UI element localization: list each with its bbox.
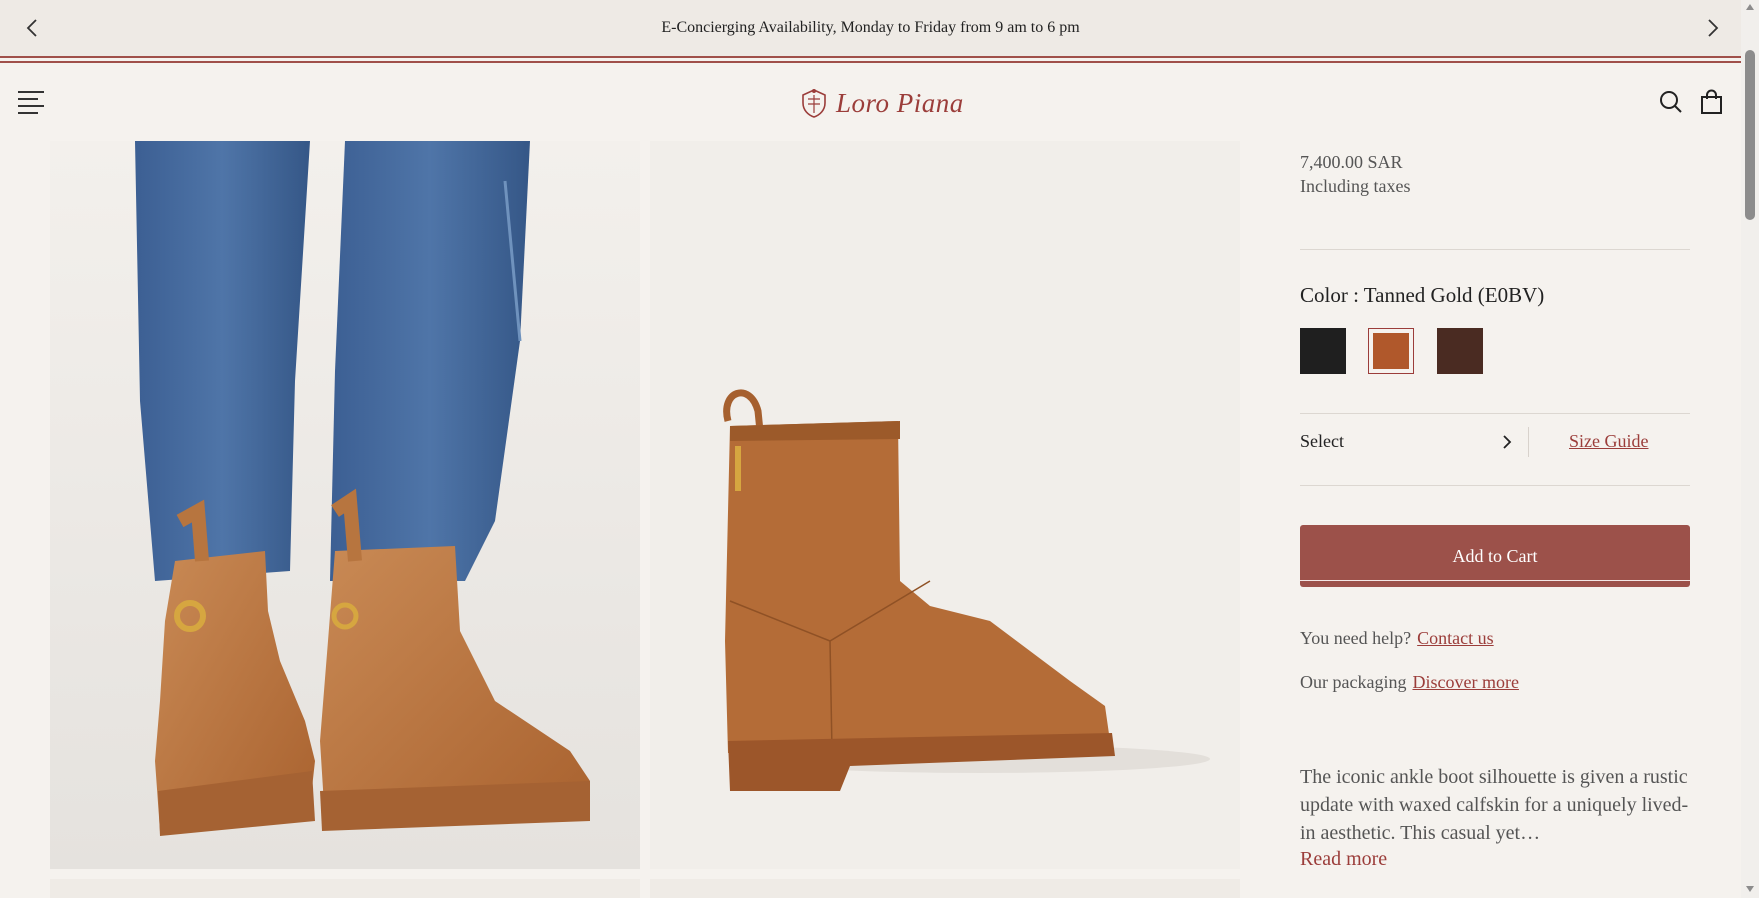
brand-wordmark: Loro Piana	[836, 87, 964, 118]
brand-stripe-divider	[0, 56, 1741, 65]
product-image-thumbnail-row-left	[50, 879, 640, 898]
help-line: You need help? Contact us	[1300, 628, 1494, 649]
product-description: The iconic ankle boot silhouette is give…	[1300, 766, 1689, 844]
scroll-down-arrow-icon[interactable]	[1746, 886, 1754, 892]
color-label: Color : Tanned Gold (E0BV)	[1300, 283, 1545, 307]
menu-icon[interactable]	[18, 91, 44, 114]
packaging-text: Our packaging	[1300, 672, 1407, 692]
size-select-row: Select Size Guide	[1300, 413, 1690, 471]
announcement-bar: E-Concierging Availability, Monday to Fr…	[0, 0, 1741, 56]
swatch-black[interactable]	[1300, 328, 1346, 374]
announcement-next-arrow-icon[interactable]	[1703, 18, 1723, 38]
size-select[interactable]: Select	[1300, 431, 1344, 452]
packaging-line: Our packaging Discover more	[1300, 672, 1519, 693]
brand-logo[interactable]: Loro Piana	[798, 83, 964, 123]
tax-note: Including taxes	[1300, 176, 1411, 196]
product-image-worn[interactable]	[50, 141, 640, 869]
discover-more-link[interactable]: Discover more	[1412, 672, 1518, 692]
announcement-text: E-Concierging Availability, Monday to Fr…	[661, 19, 1080, 36]
shopping-bag-icon[interactable]	[1699, 89, 1725, 115]
swatch-tanned-gold[interactable]	[1368, 328, 1414, 374]
contact-us-link[interactable]: Contact us	[1417, 628, 1494, 648]
add-to-cart-label: Add to Cart	[1452, 545, 1538, 566]
divider	[1300, 249, 1690, 250]
product-image-side[interactable]	[650, 141, 1240, 869]
search-icon[interactable]	[1658, 89, 1684, 115]
size-guide-link[interactable]: Size Guide	[1569, 431, 1648, 452]
product-price: 7,400.00 SAR	[1300, 152, 1403, 172]
crest-icon	[802, 89, 826, 118]
announcement-prev-arrow-icon[interactable]	[22, 18, 42, 38]
divider	[1300, 485, 1690, 486]
swatch-dark-brown[interactable]	[1437, 328, 1483, 374]
site-header: Loro Piana	[0, 65, 1741, 141]
add-to-cart-button[interactable]: Add to Cart	[1300, 525, 1690, 587]
scroll-thumb[interactable]	[1745, 50, 1755, 220]
page-scrollbar[interactable]	[1741, 0, 1759, 898]
vertical-divider	[1528, 427, 1529, 457]
read-more-link[interactable]: Read more	[1300, 848, 1387, 871]
help-text: You need help?	[1300, 628, 1412, 648]
chevron-right-icon[interactable]	[1500, 434, 1514, 450]
product-image-thumbnail-row-right	[650, 879, 1240, 898]
scroll-up-arrow-icon[interactable]	[1746, 4, 1754, 10]
